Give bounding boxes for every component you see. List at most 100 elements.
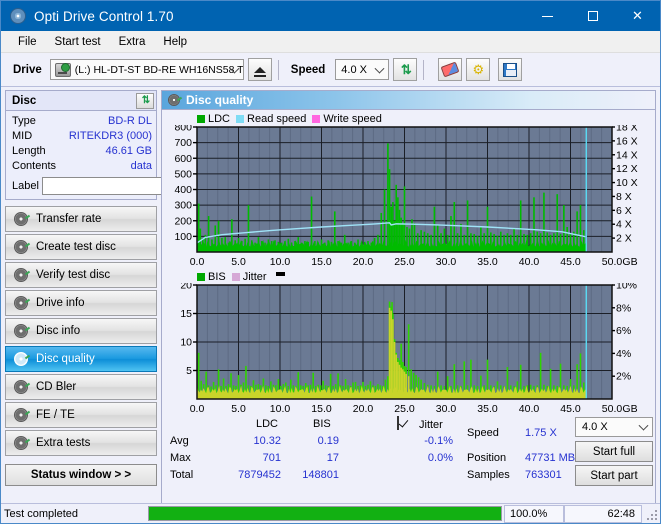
sidebar-item-transfer-rate[interactable]: Transfer rate xyxy=(5,206,157,232)
legend-item-jitter: Jitter xyxy=(231,271,267,283)
toolbar-divider-1 xyxy=(277,59,279,80)
drive-select[interactable]: (L:) HL-DT-ST BD-RE WH16NS58 TST4 xyxy=(49,59,244,80)
legend-swatch-jitter xyxy=(231,272,240,281)
legend-swatch-write-speed xyxy=(312,114,321,123)
sidebar-item-create-test-disc[interactable]: Create test disc xyxy=(5,234,157,260)
maximize-button[interactable] xyxy=(570,1,615,31)
svg-text:700: 700 xyxy=(174,137,192,149)
start-full-button[interactable]: Start full xyxy=(575,441,653,462)
disc-test-icon xyxy=(14,324,28,338)
minimize-icon xyxy=(542,15,553,17)
disc-row-type-value: BD-R DL xyxy=(107,114,152,127)
refresh-button[interactable]: ⇅ xyxy=(393,58,418,81)
stats-position-value: 47731 MB xyxy=(525,452,576,464)
svg-text:8 X: 8 X xyxy=(616,191,632,203)
status-bar: Test completed 100.0% 62:48 xyxy=(1,503,660,523)
svg-text:12 X: 12 X xyxy=(616,163,638,175)
menu-item-extra[interactable]: Extra xyxy=(110,33,155,51)
disc-row-type-key: Type xyxy=(12,114,36,127)
speed-select[interactable]: 4.0 X xyxy=(335,59,390,80)
disc-row-contents-key: Contents xyxy=(12,159,57,172)
sidebar-item-disc-quality[interactable]: Disc quality xyxy=(5,346,157,372)
window-title: Opti Drive Control 1.70 xyxy=(34,8,174,24)
disc-test-icon xyxy=(14,268,28,282)
disc-test-icon xyxy=(14,212,28,226)
title-bar: Opti Drive Control 1.70 ✕ xyxy=(1,1,660,31)
svg-text:200: 200 xyxy=(174,215,192,227)
sidebar-item-label: FE / TE xyxy=(36,409,75,421)
svg-text:600: 600 xyxy=(174,153,192,165)
stats-jitter-max: 0.0% xyxy=(427,452,453,464)
svg-text:2%: 2% xyxy=(616,371,631,383)
stats-speed-value: 1.75 X xyxy=(525,427,557,439)
svg-text:30.0: 30.0 xyxy=(436,256,457,268)
sidebar-item-extra-tests[interactable]: Extra tests xyxy=(5,430,157,456)
resize-grip-icon[interactable] xyxy=(644,507,658,521)
stats-position-label: Position xyxy=(467,452,507,464)
sidebar-item-cd-bler[interactable]: CD Bler xyxy=(5,374,157,400)
legend-top: LDC Read speed Write speed xyxy=(197,112,652,125)
save-button[interactable] xyxy=(498,58,523,81)
speed-select-value: 4.0 X xyxy=(341,63,367,76)
menu-item-start-test[interactable]: Start test xyxy=(46,33,110,51)
refresh-icon: ⇅ xyxy=(400,61,412,77)
drive-select-value: (L:) HL-DT-ST BD-RE WH16NS58 TST4 xyxy=(74,63,243,76)
sidebar-item-label: Create test disc xyxy=(36,241,116,253)
sidebar-item-verify-test-disc[interactable]: Verify test disc xyxy=(5,262,157,288)
sidebar-item-drive-info[interactable]: Drive info xyxy=(5,290,157,316)
svg-text:16 X: 16 X xyxy=(616,135,638,147)
refresh-disc-button[interactable]: ⇅ xyxy=(136,92,154,109)
svg-text:25.0: 25.0 xyxy=(394,403,415,415)
tools-button[interactable]: ⚙ xyxy=(466,58,491,81)
speed-label: Speed xyxy=(290,63,326,76)
legend-label-write-speed: Write speed xyxy=(323,112,382,125)
ldc-chart[interactable]: 100 200 300 400 500 600 700 800 2 X 4 X 6 X 8 X 10 X… xyxy=(165,125,652,268)
minimize-button[interactable] xyxy=(525,1,570,31)
svg-text:10: 10 xyxy=(180,337,192,349)
progress-bar-fill xyxy=(149,507,501,520)
svg-text:18 X: 18 X xyxy=(616,125,638,134)
svg-text:45.0: 45.0 xyxy=(560,403,581,415)
test-speed-select[interactable]: 4.0 X xyxy=(575,417,653,437)
legend-item-bis: BIS xyxy=(197,271,226,283)
test-speed-value: 4.0 X xyxy=(582,421,608,433)
legend-swatch-bis xyxy=(197,272,205,281)
jitter-checkbox[interactable] xyxy=(397,416,399,430)
legend-item-read-speed: Read speed xyxy=(236,113,306,125)
start-part-button[interactable]: Start part xyxy=(575,465,653,486)
svg-text:4 X: 4 X xyxy=(616,219,632,231)
disc-test-icon xyxy=(14,380,28,394)
toolbar: Drive (L:) HL-DT-ST BD-RE WH16NS58 TST4 … xyxy=(1,53,660,87)
stats-ldc-total: 7879452 xyxy=(238,469,281,481)
sidebar-item-label: Drive info xyxy=(36,297,85,309)
close-button[interactable]: ✕ xyxy=(615,1,660,31)
disc-row-type: Type BD-R DL xyxy=(12,113,152,128)
eject-button[interactable] xyxy=(247,58,272,81)
wrench-icon: ⚙ xyxy=(472,61,485,77)
main-area: Disc quality LDC Read speed Write speed … xyxy=(161,87,660,514)
disc-quality-icon xyxy=(168,94,180,106)
disc-test-icon xyxy=(14,352,28,366)
svg-text:35.0: 35.0 xyxy=(477,256,498,268)
close-icon: ✕ xyxy=(632,8,643,23)
disc-row-mid-key: MID xyxy=(12,129,33,142)
sidebar-item-disc-info[interactable]: Disc info xyxy=(5,318,157,344)
svg-text:20.0: 20.0 xyxy=(353,403,374,415)
status-window-button[interactable]: Status window > > xyxy=(5,464,157,486)
legend-label-ldc: LDC xyxy=(208,112,231,125)
menu-item-help[interactable]: Help xyxy=(154,33,196,51)
bis-chart[interactable]: 5 10 15 20 2% 4% 6% 8% 10% 0.0 5.0 10.0 15.0 20.0 25.0… xyxy=(165,283,652,415)
menu-item-file[interactable]: File xyxy=(9,33,46,51)
disc-row-mid: MID RITEKDR3 (000) xyxy=(12,128,152,143)
stats-bis-total: 148801 xyxy=(302,469,339,481)
svg-text:GB: GB xyxy=(622,403,637,415)
svg-text:500: 500 xyxy=(174,168,192,180)
svg-text:GB: GB xyxy=(622,256,637,268)
window-controls: ✕ xyxy=(525,1,660,31)
svg-text:30.0: 30.0 xyxy=(436,403,457,415)
chevron-down-icon xyxy=(638,420,649,431)
svg-text:15.0: 15.0 xyxy=(311,256,332,268)
erase-button[interactable] xyxy=(438,58,463,81)
disc-test-icon xyxy=(14,296,28,310)
sidebar-item-fe-te[interactable]: FE / TE xyxy=(5,402,157,428)
